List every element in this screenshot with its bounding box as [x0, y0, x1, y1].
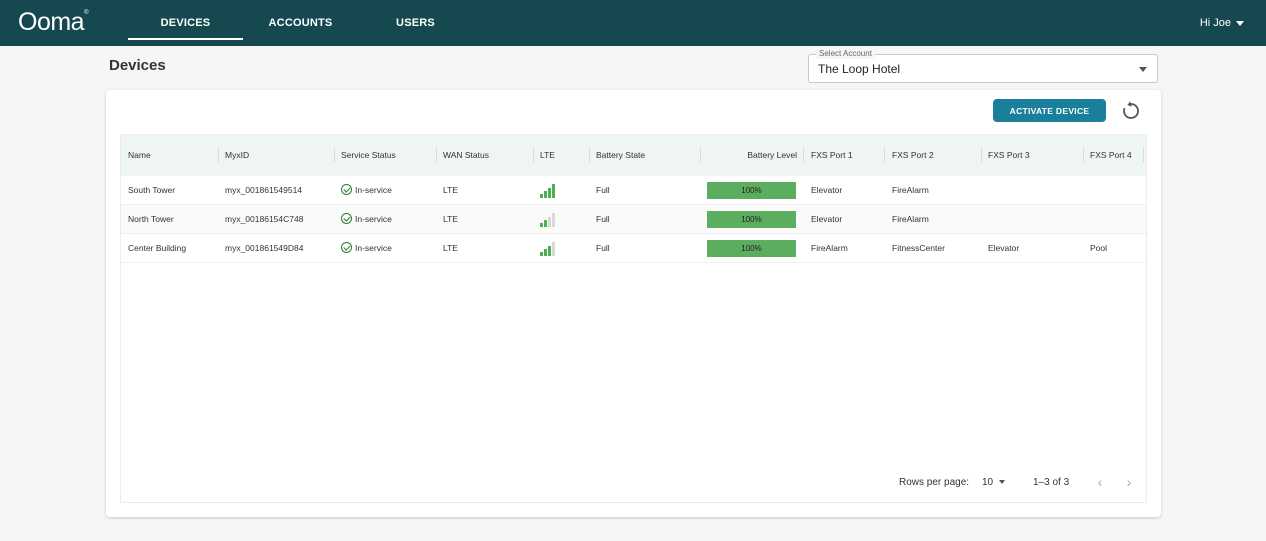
cell-battery-state: Full — [596, 243, 610, 253]
lte-signal-icon — [540, 183, 558, 198]
column-divider — [884, 148, 885, 162]
check-circle-icon — [341, 213, 352, 225]
pagination-range: 1–3 of 3 — [1033, 477, 1070, 488]
column-header-wan-status[interactable]: WAN Status — [443, 135, 489, 176]
devices-table: Name MyxID Service Status WAN Status LTE… — [120, 134, 1147, 503]
account-select[interactable]: Select Account The Loop Hotel — [808, 49, 1158, 83]
table-row[interactable]: South Tower myx_001861549514 In-service … — [121, 176, 1146, 205]
column-header-lte[interactable]: LTE — [540, 135, 555, 176]
battery-level-text: 100% — [741, 186, 762, 195]
column-divider — [589, 148, 590, 162]
cell-battery-state: Full — [596, 185, 610, 195]
rows-per-page-label: Rows per page: — [899, 477, 970, 488]
cell-service-status: In-service — [341, 234, 392, 263]
cell-wan-status: LTE — [443, 214, 458, 224]
cell-name: Center Building — [128, 243, 187, 253]
column-header-fxs-port-1[interactable]: FXS Port 1 — [811, 135, 853, 176]
table-header: Name MyxID Service Status WAN Status LTE… — [121, 135, 1146, 176]
refresh-icon[interactable] — [1120, 100, 1142, 122]
tab-devices[interactable]: DEVICES — [128, 0, 243, 46]
cell-myxid: myx_001861549514 — [225, 185, 303, 195]
battery-level-bar: 100% — [707, 182, 796, 199]
top-nav-bar: Ooma® DEVICES ACCOUNTS USERS Hi Joe — [0, 0, 1266, 46]
cell-battery-state: Full — [596, 214, 610, 224]
account-select-legend: Select Account — [816, 49, 875, 59]
column-header-myxid[interactable]: MyxID — [225, 135, 249, 176]
column-divider — [981, 148, 982, 162]
chevron-left-icon[interactable]: ‹ — [1091, 473, 1109, 491]
cell-service-status: In-service — [341, 176, 392, 205]
column-header-battery-level[interactable]: Battery Level — [707, 135, 797, 176]
cell-fxs-port-3: Elevator — [988, 243, 1020, 253]
cell-fxs-port-1: Elevator — [811, 185, 843, 195]
check-circle-icon — [341, 242, 352, 254]
cell-service-status: In-service — [341, 205, 392, 234]
devices-card: ACTIVATE DEVICE Name MyxID Service Statu… — [106, 90, 1161, 517]
tab-accounts[interactable]: ACCOUNTS — [243, 0, 358, 46]
column-divider — [803, 148, 804, 162]
column-divider — [533, 148, 534, 162]
table-pagination: Rows per page: 10 1–3 of 3 ‹ › — [121, 471, 1146, 495]
table-row[interactable]: Center Building myx_001861549D84 In-serv… — [121, 234, 1146, 263]
cell-fxs-port-4: Pool — [1090, 243, 1108, 253]
tab-users[interactable]: USERS — [358, 0, 473, 46]
cell-myxid: myx_00186154C748 — [225, 214, 304, 224]
column-header-service-status[interactable]: Service Status — [341, 135, 396, 176]
column-divider — [1083, 148, 1084, 162]
cell-name: North Tower — [128, 214, 174, 224]
user-menu[interactable]: Hi Joe — [1200, 0, 1244, 46]
cell-fxs-port-2: FitnessCenter — [892, 243, 945, 253]
cell-myxid: myx_001861549D84 — [225, 243, 304, 253]
cell-fxs-port-2: FireAlarm — [892, 185, 929, 195]
cell-name: South Tower — [128, 185, 176, 195]
cell-wan-status: LTE — [443, 185, 458, 195]
column-header-fxs-port-3[interactable]: FXS Port 3 — [988, 135, 1030, 176]
activate-device-button[interactable]: ACTIVATE DEVICE — [993, 99, 1106, 122]
column-header-fxs-port-2[interactable]: FXS Port 2 — [892, 135, 934, 176]
battery-level-text: 100% — [741, 215, 762, 224]
column-header-battery-state[interactable]: Battery State — [596, 135, 645, 176]
chevron-right-icon[interactable]: › — [1120, 473, 1138, 491]
table-row[interactable]: North Tower myx_00186154C748 In-service … — [121, 205, 1146, 234]
column-header-name[interactable]: Name — [128, 135, 151, 176]
battery-level-bar: 100% — [707, 211, 796, 228]
chevron-down-icon — [999, 480, 1006, 485]
rows-per-page-select[interactable]: 10 — [982, 477, 1006, 488]
column-divider — [436, 148, 437, 162]
column-header-fxs-port-4[interactable]: FXS Port 4 — [1090, 135, 1132, 176]
account-select-value: The Loop Hotel — [818, 62, 901, 76]
cell-fxs-port-2: FireAlarm — [892, 214, 929, 224]
cell-fxs-port-1: FireAlarm — [811, 243, 848, 253]
lte-signal-icon — [540, 212, 558, 227]
page-title: Devices — [109, 57, 166, 74]
check-circle-icon — [341, 184, 352, 196]
ooma-logo[interactable]: Ooma® — [18, 8, 89, 37]
column-divider — [1143, 148, 1144, 162]
cell-wan-status: LTE — [443, 243, 458, 253]
chevron-down-icon — [1139, 67, 1147, 72]
column-divider — [218, 148, 219, 162]
battery-level-text: 100% — [741, 244, 762, 253]
chevron-down-icon — [1236, 20, 1244, 26]
lte-signal-icon — [540, 241, 558, 256]
user-greeting: Hi Joe — [1199, 17, 1231, 29]
cell-fxs-port-1: Elevator — [811, 214, 843, 224]
column-divider — [700, 148, 701, 162]
column-divider — [334, 148, 335, 162]
battery-level-bar: 100% — [707, 240, 796, 257]
